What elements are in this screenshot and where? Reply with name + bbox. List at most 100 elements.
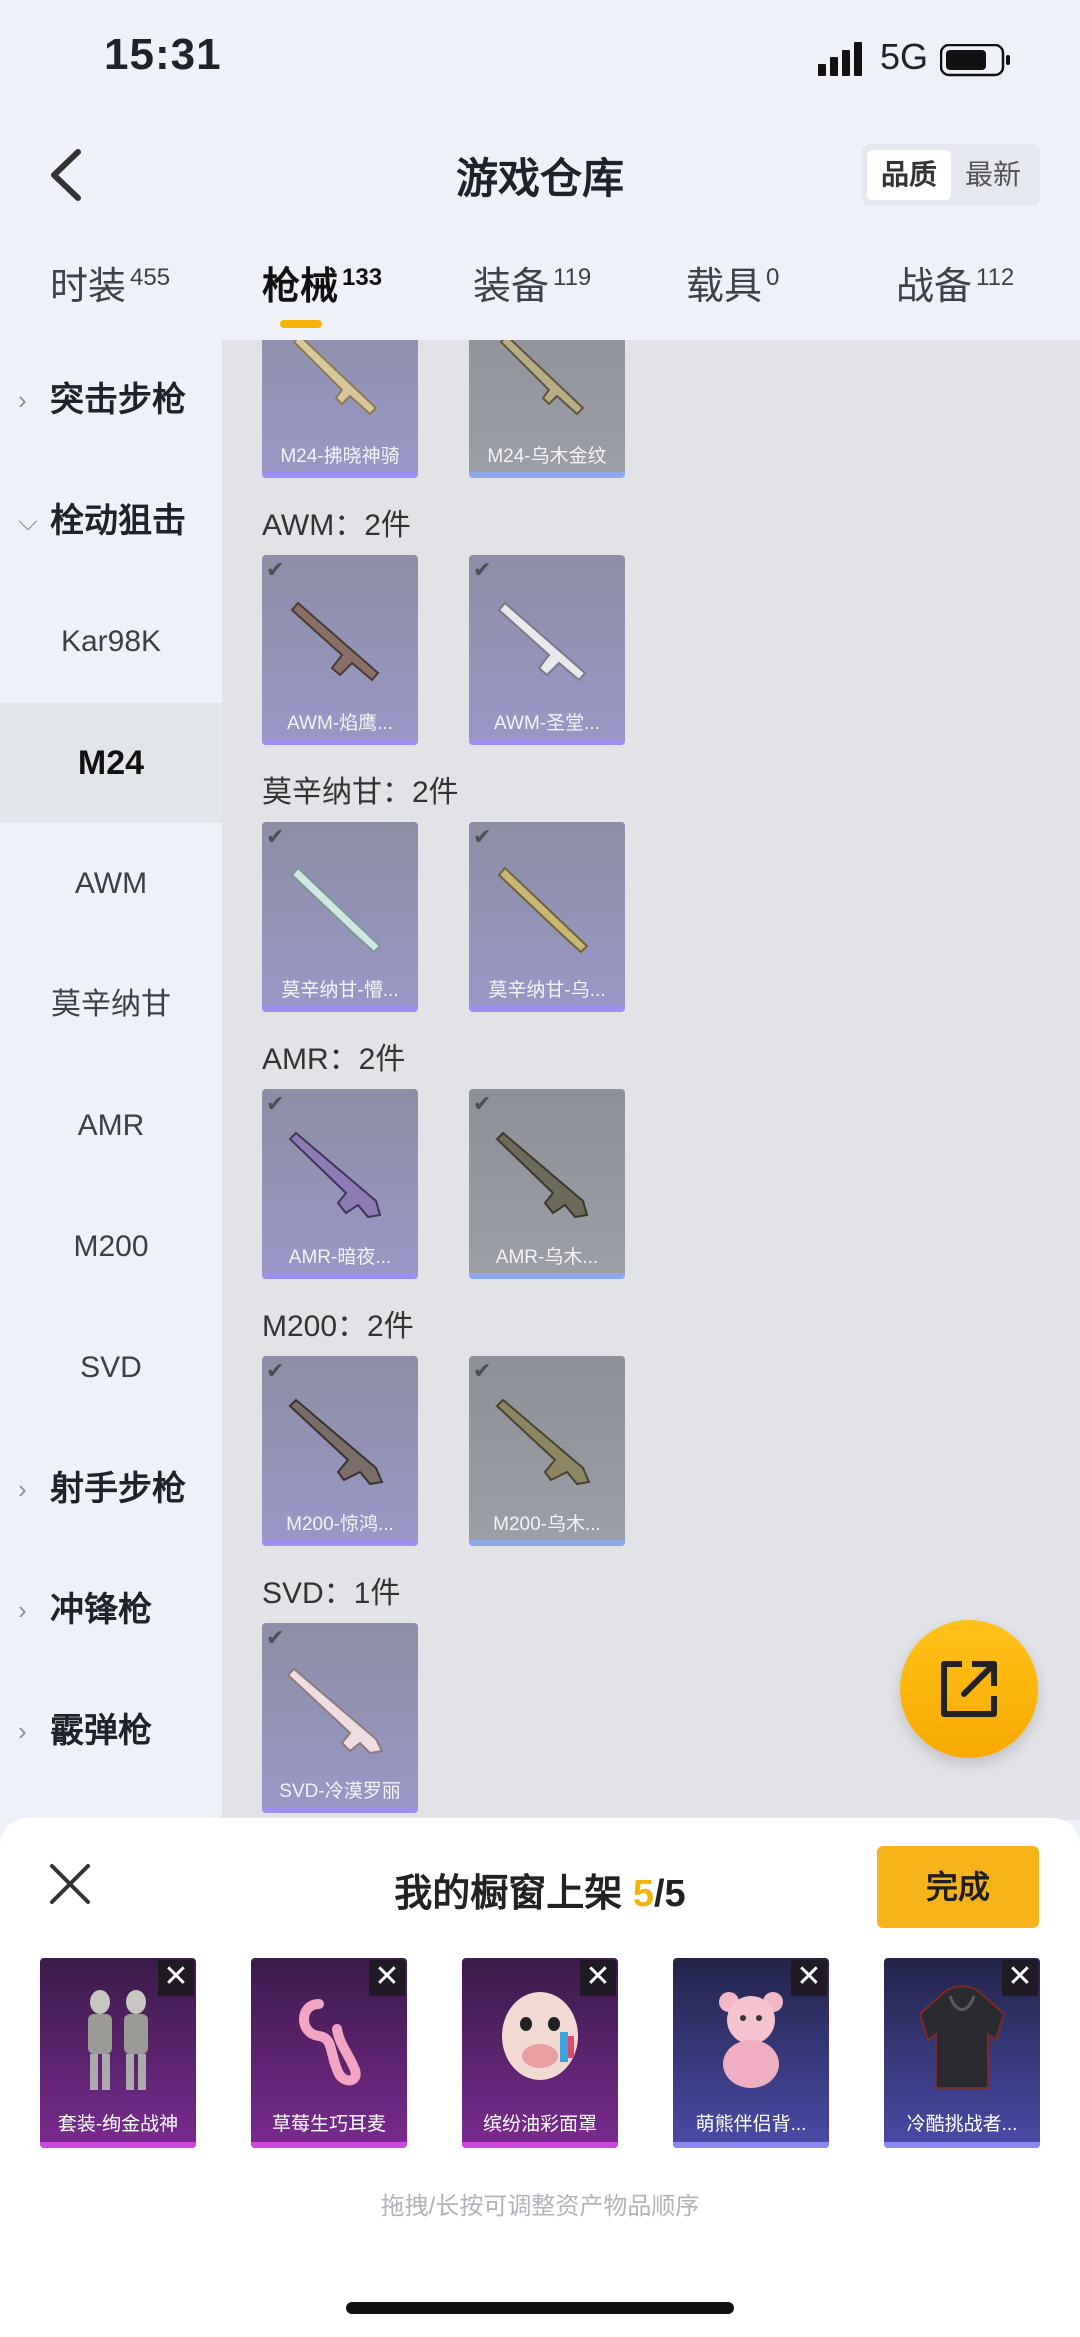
rifle-icon xyxy=(288,1398,384,1486)
sidebar-item-label: 射手步枪 xyxy=(50,1470,186,1508)
remove-icon[interactable]: ✕ xyxy=(791,1960,827,1996)
sidebar-item-m200[interactable]: M200 xyxy=(0,1187,222,1307)
check-icon: ✔ xyxy=(266,557,285,582)
sidebar-item-kar98k[interactable]: Kar98K xyxy=(0,582,222,702)
rarity-bar xyxy=(673,2142,829,2148)
rifle-icon xyxy=(497,866,589,954)
item-name: AMR-暗夜... xyxy=(288,1247,392,1268)
item-name: M200-惊鸿... xyxy=(286,1514,394,1535)
item-name: AMR-乌木... xyxy=(495,1247,599,1268)
item-card[interactable]: ✔ AWM-圣堂... xyxy=(469,555,625,745)
rarity-bar xyxy=(262,739,418,745)
sidebar-item-smgs[interactable]: › 冲锋枪 xyxy=(0,1550,222,1670)
showcase-item[interactable]: ✕ 缤纷油彩面罩 xyxy=(462,1958,618,2148)
showcase-item-name: 萌熊伴侣背... xyxy=(695,2114,807,2135)
item-name: AWM-焰鹰... xyxy=(287,713,393,734)
sidebar-item-marksman-rifles[interactable]: › 射手步枪 xyxy=(0,1429,222,1549)
tab-label: 战备 xyxy=(896,266,973,308)
battery-icon xyxy=(940,44,1010,77)
reorder-hint: 拖拽/长按可调整资产物品顺序 xyxy=(380,2193,700,2220)
tab-vehicles[interactable]: 载具 0 xyxy=(686,255,779,310)
remove-icon[interactable]: ✕ xyxy=(1002,1960,1038,1996)
sort-latest-button[interactable]: 最新 xyxy=(951,150,1035,200)
sidebar-item-label: 霰弹枪 xyxy=(50,1712,152,1750)
sidebar-item-shotguns[interactable]: › 霰弹枪 xyxy=(0,1671,222,1791)
chevron-right-icon: › xyxy=(18,385,27,415)
showcase-item-name: 冷酷挑战者... xyxy=(906,2114,1018,2135)
showcase-item[interactable]: ✕ 套装-绚金战神 xyxy=(40,1958,196,2148)
check-icon: ✔ xyxy=(266,1625,285,1650)
item-card[interactable]: M24-拂晓神骑 xyxy=(262,340,418,478)
tab-count: 455 xyxy=(130,264,171,291)
sidebar-item-assault-rifles[interactable]: › 突击步枪 xyxy=(0,340,222,460)
tab-label: 装备 xyxy=(473,266,550,308)
home-indicator[interactable] xyxy=(346,2302,734,2314)
showcase-total: /5 xyxy=(654,1873,686,1915)
group-heading: AWM：2件 xyxy=(262,509,411,542)
rifle-icon xyxy=(497,601,587,682)
sidebar-item-amr[interactable]: AMR xyxy=(0,1066,222,1186)
sidebar-item-label: 冲锋枪 xyxy=(50,1591,152,1629)
tab-supplies[interactable]: 战备 112 xyxy=(896,255,1014,310)
tab-count: 133 xyxy=(342,264,383,291)
tab-equipment[interactable]: 装备 119 xyxy=(473,255,591,310)
rifle-icon xyxy=(495,1131,589,1219)
rarity-bar xyxy=(262,1540,418,1546)
rarity-bar xyxy=(469,1273,625,1279)
remove-icon[interactable]: ✕ xyxy=(580,1960,616,1996)
tab-firearms[interactable]: 枪械 133 xyxy=(262,255,382,310)
item-grid[interactable]: M24-拂晓神骑 M24-乌木金纹 AWM：2件 ✔ AWM-焰鹰... ✔ A… xyxy=(222,340,1080,1820)
rarity-bar xyxy=(469,472,625,478)
item-name: AWM-圣堂... xyxy=(494,713,600,734)
item-card[interactable]: ✔ M200-惊鸿... xyxy=(262,1356,418,1546)
bear-backpack-icon xyxy=(719,1992,783,2088)
tab-fashion[interactable]: 时装 455 xyxy=(50,255,170,310)
sidebar-item-bolt-snipers[interactable]: ⌵ 栓动狙击 xyxy=(0,461,222,581)
remove-icon[interactable]: ✕ xyxy=(158,1960,194,1996)
share-button[interactable] xyxy=(900,1620,1038,1758)
outfit-icon xyxy=(88,1990,148,2090)
sidebar-item-m24[interactable]: M24 xyxy=(0,703,222,823)
item-card[interactable]: ✔ 莫辛纳甘-懵... xyxy=(262,822,418,1012)
showcase-item[interactable]: ✕ 萌熊伴侣背... xyxy=(673,1958,829,2148)
tab-count: 119 xyxy=(553,264,592,291)
rifle-icon xyxy=(290,866,382,954)
showcase-item[interactable]: ✕ 草莓生巧耳麦 xyxy=(251,1958,407,2148)
rarity-bar xyxy=(884,2142,1040,2148)
sort-quality-button[interactable]: 品质 xyxy=(867,150,951,200)
hoodie-icon xyxy=(918,1985,1006,2089)
item-card[interactable]: ✔ AMR-乌木... xyxy=(469,1089,625,1279)
chevron-down-icon: ⌵ xyxy=(18,506,38,536)
check-icon: ✔ xyxy=(266,1091,285,1116)
check-icon: ✔ xyxy=(473,824,492,849)
sidebar-item-mosin[interactable]: 莫辛纳甘 xyxy=(0,945,222,1065)
chevron-right-icon: › xyxy=(18,1474,27,1504)
tab-label: 载具 xyxy=(686,266,763,308)
item-name: M24-拂晓神骑 xyxy=(280,446,400,467)
status-time: 15:31 xyxy=(104,30,222,79)
remove-icon[interactable]: ✕ xyxy=(369,1960,405,1996)
showcase-title-text: 我的橱窗上架 xyxy=(394,1873,633,1915)
item-card[interactable]: ✔ M200-乌木... xyxy=(469,1356,625,1546)
item-card[interactable]: ✔ AWM-焰鹰... xyxy=(262,555,418,745)
item-card[interactable]: ✔ 莫辛纳甘-乌... xyxy=(469,822,625,1012)
rifle-icon xyxy=(499,340,585,416)
item-name: 莫辛纳甘-懵... xyxy=(281,980,399,1001)
showcase-item[interactable]: ✕ 冷酷挑战者... xyxy=(884,1958,1040,2148)
share-icon xyxy=(941,1661,997,1717)
sidebar-item-awm[interactable]: AWM xyxy=(0,824,222,944)
showcase-item-name: 套装-绚金战神 xyxy=(57,2114,179,2135)
item-card[interactable]: M24-乌木金纹 xyxy=(469,340,625,478)
sidebar-item-label: 突击步枪 xyxy=(50,381,186,419)
rifle-icon xyxy=(290,601,380,682)
rarity-bar xyxy=(262,1807,418,1813)
item-card[interactable]: ✔ SVD-冷漠罗丽 xyxy=(262,1623,418,1813)
rarity-bar xyxy=(462,2142,618,2148)
tab-label: 时装 xyxy=(50,266,127,308)
sort-toggle: 品质 最新 xyxy=(862,144,1040,206)
done-button[interactable]: 完成 xyxy=(877,1846,1039,1928)
item-card[interactable]: ✔ AMR-暗夜... xyxy=(262,1089,418,1279)
status-bar: 15:31 5G xyxy=(0,0,1080,125)
sidebar: › 突击步枪 ⌵ 栓动狙击 Kar98K M24 AWM 莫辛纳甘 AMR M200… xyxy=(0,340,222,1840)
sidebar-item-svd[interactable]: SVD xyxy=(0,1308,222,1428)
